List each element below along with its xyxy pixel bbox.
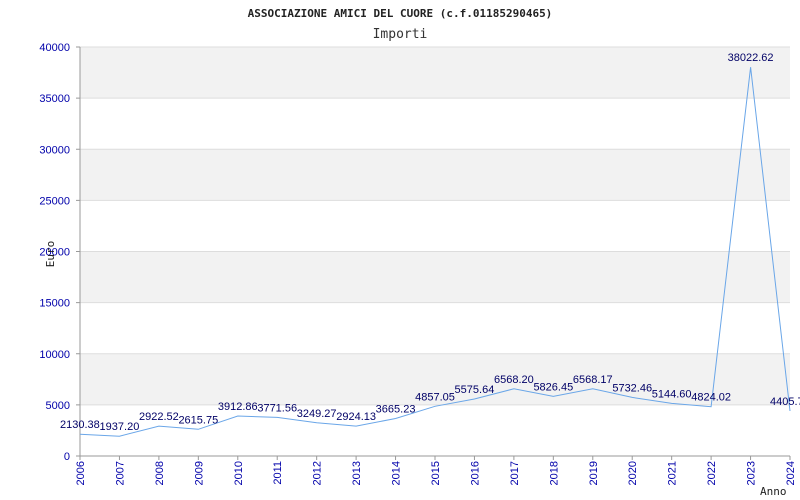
grid-band	[80, 251, 790, 303]
x-tick-label: 2011	[272, 461, 284, 485]
grid-band	[80, 149, 790, 201]
x-tick-label: 2019	[588, 461, 600, 485]
x-tick-label: 2015	[430, 461, 442, 485]
data-label: 5575.64	[455, 384, 495, 396]
x-tick-label: 2008	[154, 461, 166, 485]
y-tick-label: 40000	[39, 42, 70, 54]
data-label: 2924.13	[336, 411, 376, 423]
data-label: 4824.02	[691, 392, 731, 404]
data-label: 3912.86	[218, 401, 258, 413]
plot-bands	[80, 47, 790, 405]
y-tick-label: 15000	[39, 298, 70, 310]
data-label: 1937.20	[100, 421, 140, 433]
x-tick-labels: 2006 2007 2008 2009 2010 2011 2012 2013 2014 2015…	[75, 461, 797, 485]
x-tick-label: 2010	[233, 461, 245, 485]
chart-title: ASSOCIAZIONE AMICI DEL CUORE (c.f.011852…	[248, 7, 553, 20]
y-tick-label: 5000	[46, 400, 70, 412]
data-label: 4405.7	[770, 396, 800, 408]
data-label: 2922.52	[139, 411, 179, 423]
x-tick-label: 2020	[627, 461, 639, 485]
data-label: 38022.62	[728, 52, 774, 64]
y-axis-label: Euro	[44, 241, 57, 268]
y-tick-label: 35000	[39, 93, 70, 105]
grid-band	[80, 47, 790, 99]
y-tick-label: 0	[64, 451, 70, 463]
chart-subtitle: Importi	[373, 27, 428, 42]
data-label: 6568.17	[573, 374, 613, 386]
data-label: 3771.56	[257, 402, 297, 414]
x-tick-label: 2017	[509, 461, 521, 485]
x-tick-label: 2012	[312, 461, 324, 485]
data-label: 5826.45	[533, 381, 573, 393]
data-label: 2130.38	[60, 419, 100, 431]
x-tick-label: 2014	[391, 461, 403, 485]
x-tick-label: 2021	[667, 461, 679, 485]
x-tick-label: 2007	[114, 461, 126, 485]
x-tick-label: 2024	[785, 461, 797, 485]
x-tick-label: 2013	[351, 461, 363, 485]
x-axis-label: Anno	[760, 485, 787, 498]
x-tick-label: 2016	[469, 461, 481, 485]
x-tick-label: 2023	[746, 461, 758, 485]
data-label: 5144.60	[652, 388, 692, 400]
x-tick-label: 2022	[706, 461, 718, 485]
y-tick-label: 30000	[39, 144, 70, 156]
line-chart: 0500010000150002000025000300003500040000…	[39, 7, 800, 498]
data-label: 5732.46	[612, 382, 652, 394]
y-tick-label: 25000	[39, 195, 70, 207]
data-label: 2615.75	[178, 414, 218, 426]
y-tick-label: 10000	[39, 349, 70, 361]
data-label: 3249.27	[297, 408, 337, 420]
x-tick-label: 2006	[75, 461, 87, 485]
x-tick-label: 2009	[193, 461, 205, 485]
data-label: 6568.20	[494, 374, 534, 386]
data-label: 4857.05	[415, 391, 455, 403]
x-tick-label: 2018	[548, 461, 560, 485]
data-label: 3665.23	[376, 404, 416, 416]
